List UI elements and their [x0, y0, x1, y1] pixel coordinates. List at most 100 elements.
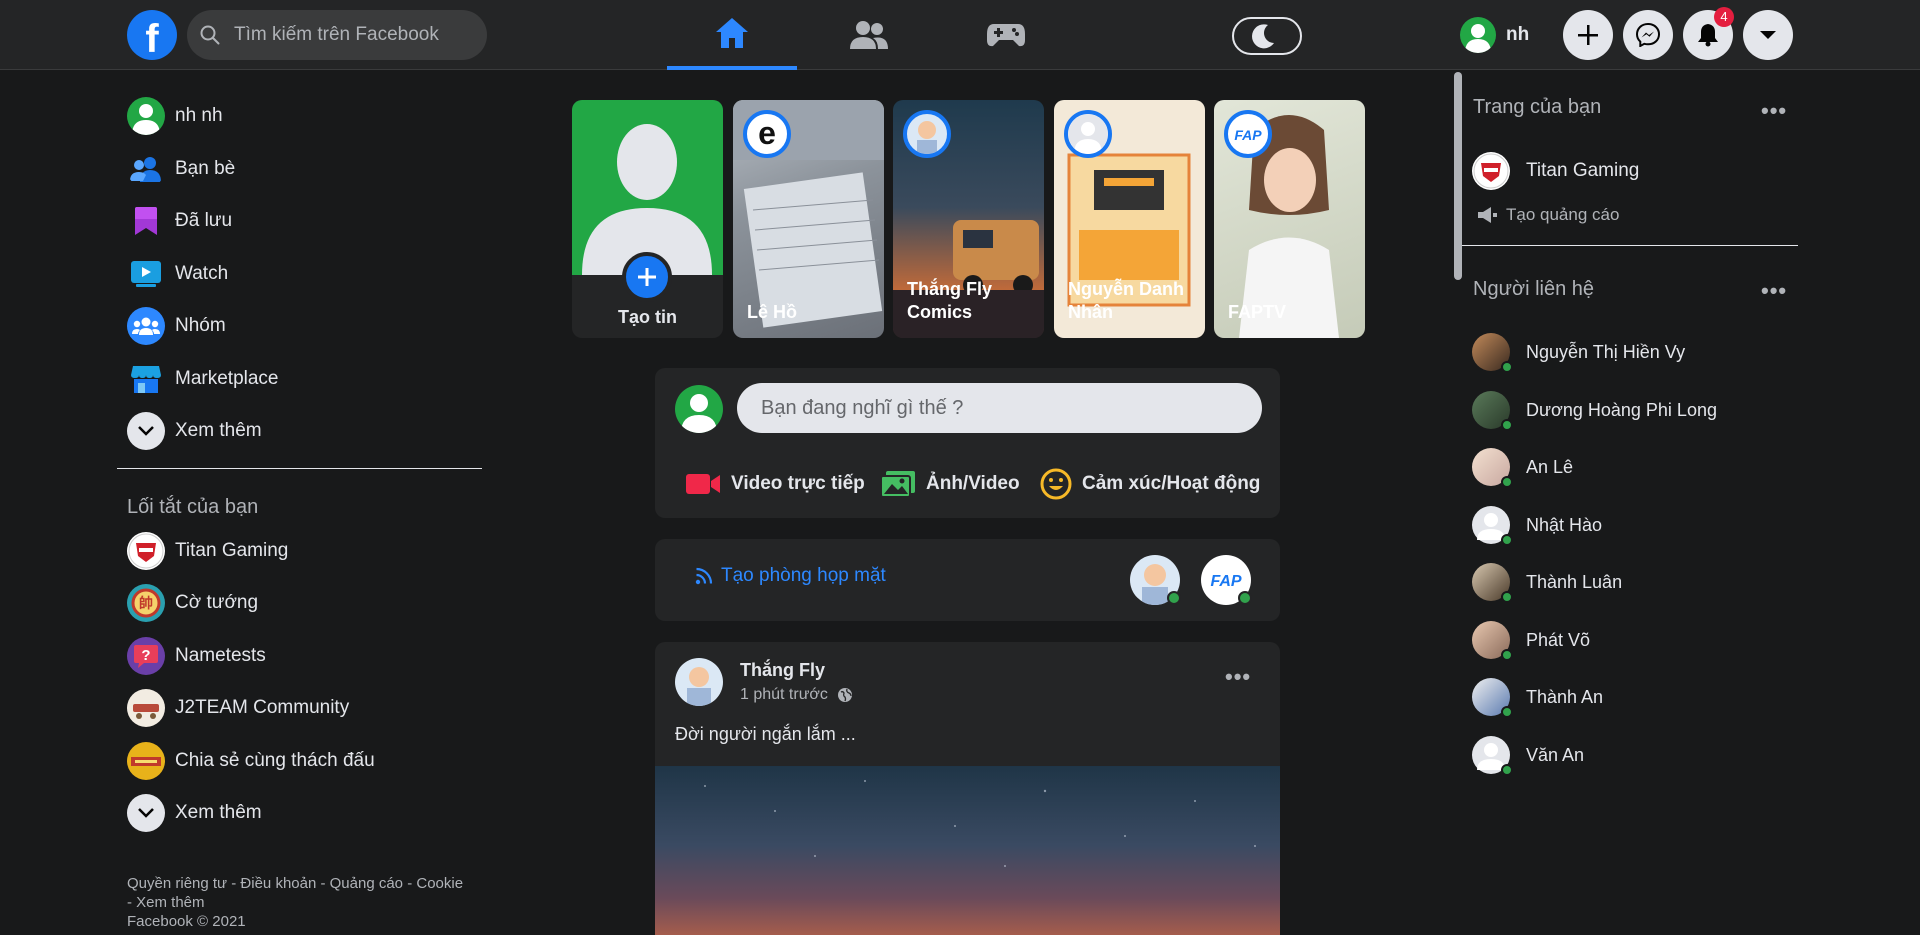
sidebar-item-marketplace[interactable]: Marketplace [117, 353, 487, 406]
online-indicator [1501, 706, 1513, 718]
story-card[interactable]: Thắng Fly Comics [893, 100, 1044, 338]
rss-icon [695, 567, 713, 585]
pages-more-options-icon[interactable]: ••• [1761, 98, 1787, 124]
sidebar-item-groups[interactable]: Nhóm [117, 300, 487, 353]
post-time[interactable]: 1 phút trước [740, 686, 828, 704]
composer-input[interactable] [737, 383, 1262, 433]
page-item[interactable]: Titan Gaming [1472, 148, 1639, 194]
sidebar-item-saved[interactable]: Đã lưu [117, 195, 487, 248]
online-indicator [1501, 361, 1513, 373]
search-input[interactable] [187, 10, 487, 60]
contact-item[interactable]: An Lê [1472, 444, 1573, 490]
sidebar-item-profile[interactable]: nh nh [117, 90, 487, 143]
add-story-button[interactable] [622, 252, 672, 302]
online-indicator [1501, 764, 1513, 776]
facebook-logo[interactable]: f [127, 10, 177, 61]
live-video-button[interactable]: Video trực tiếp [685, 465, 865, 503]
contact-item[interactable]: Dương Hoàng Phi Long [1472, 387, 1717, 433]
story-name: Nguyễn Danh Nhân [1068, 279, 1185, 322]
contact-item[interactable]: Phát Võ [1472, 617, 1590, 663]
story-card[interactable]: FAP FAPTV [1214, 100, 1365, 338]
bell-icon [1698, 24, 1718, 47]
sidebar-item-label: Bạn bè [175, 157, 236, 179]
account-menu-button[interactable] [1743, 10, 1793, 60]
chevron-down-icon [127, 794, 165, 833]
post-image[interactable] [655, 766, 1280, 935]
contact-item[interactable]: Thành Luân [1472, 559, 1622, 605]
online-indicator [1238, 591, 1252, 605]
contact-name: Dương Hoàng Phi Long [1526, 399, 1717, 420]
globe-icon [837, 688, 852, 702]
post-card: Thắng Fly 1 phút trước ••• Đời người ngắ… [655, 642, 1280, 935]
avatar [1472, 391, 1513, 431]
post-image-stars [704, 780, 1256, 867]
shortcut-item[interactable]: Chia sẻ cùng thách đấu [117, 735, 487, 788]
messenger-button[interactable] [1623, 10, 1673, 60]
contacts-more-options-icon[interactable]: ••• [1761, 278, 1787, 304]
plus-icon [638, 268, 656, 286]
create-ad-link[interactable]: Tạo quảng cáo [1476, 205, 1619, 225]
dark-mode-toggle[interactable] [1232, 17, 1302, 55]
feeling-activity-button[interactable]: Cảm xúc/Hoạt động [1040, 465, 1260, 503]
story-name: FAPTV [1228, 302, 1287, 322]
tab-gaming[interactable] [941, 0, 1071, 70]
right-scrollbar[interactable] [1454, 72, 1462, 280]
svg-text:?: ? [141, 647, 150, 664]
story-name: Lê Hồ [747, 302, 798, 322]
sidebar-item-friends[interactable]: Bạn bè [117, 143, 487, 196]
page-name: Titan Gaming [1526, 160, 1640, 181]
groups-icon [127, 307, 165, 346]
notification-badge: 4 [1714, 7, 1734, 27]
online-indicator [1167, 591, 1181, 605]
contact-name: An Lê [1526, 456, 1574, 477]
svg-text:FAP: FAP [1210, 573, 1241, 590]
tab-home[interactable] [667, 0, 797, 70]
plus-icon [1578, 25, 1598, 45]
shortcut-item[interactable]: J2TEAM Community [117, 682, 487, 735]
post-more-options-icon[interactable]: ••• [1225, 664, 1251, 690]
contact-item[interactable]: Nhật Hào [1472, 502, 1602, 548]
post-author[interactable]: Thắng Fly [740, 660, 825, 681]
avatar[interactable] [675, 658, 723, 706]
photo-video-button[interactable]: Ảnh/Video [880, 465, 1020, 503]
shortcut-item[interactable]: Titan Gaming [117, 525, 487, 578]
sidebar-see-more-button[interactable]: Xem thêm [117, 405, 487, 458]
svg-text:FAP: FAP [1234, 127, 1262, 143]
contact-item[interactable]: Thành An [1472, 674, 1603, 720]
nametests-icon: ? [127, 636, 165, 675]
sidebar-item-watch[interactable]: Watch [117, 248, 487, 301]
footer-line[interactable]: Quyền riêng tư - Điều khoản - Quảng cáo … [127, 874, 497, 893]
shortcut-item[interactable]: ? Nametests [117, 630, 487, 683]
footer-line[interactable]: - Xem thêm [127, 893, 497, 912]
chevron-down-icon [127, 412, 165, 451]
video-camera-icon [686, 474, 720, 494]
create-ad-label: Tạo quảng cáo [1506, 205, 1620, 224]
story-create[interactable]: Tạo tin [572, 100, 723, 338]
contact-item[interactable]: Nguyễn Thị Hiền Vy [1472, 329, 1685, 375]
tab-friends[interactable] [804, 0, 934, 70]
your-pages-title: Trang của bạn [1473, 96, 1602, 118]
shortcuts-see-more-button[interactable]: Xem thêm [117, 787, 487, 840]
watch-icon [127, 255, 165, 293]
photo-icon [880, 471, 915, 498]
contact-item[interactable]: Văn An [1472, 732, 1584, 778]
online-indicator [1501, 419, 1513, 431]
avatar [1472, 333, 1513, 373]
sidebar-item-label: Watch [175, 262, 229, 284]
avatar [675, 385, 723, 433]
shortcut-label: Nametests [175, 644, 266, 666]
create-button[interactable] [1563, 10, 1613, 60]
story-card[interactable]: e Lê Hồ [733, 100, 884, 338]
create-room-link[interactable]: Tạo phòng họp mặt [695, 565, 886, 587]
sidebar-item-label: Xem thêm [175, 420, 262, 442]
challenge-share-icon [127, 741, 165, 780]
avatar [1472, 448, 1513, 488]
post-composer: Video trực tiếp Ảnh/Video Cảm xúc/Hoạt đ… [655, 368, 1280, 518]
profile-button[interactable]: nh [1460, 15, 1529, 55]
story-card[interactable]: Nguyễn Danh Nhân [1054, 100, 1205, 338]
avatar [127, 97, 165, 136]
action-label: Cảm xúc/Hoạt động [1082, 473, 1261, 494]
footer-links: Quyền riêng tư - Điều khoản - Quảng cáo … [127, 874, 497, 931]
shortcut-item[interactable]: 帥 Cờ tướng [117, 577, 487, 630]
story-avatar: e [743, 110, 791, 158]
